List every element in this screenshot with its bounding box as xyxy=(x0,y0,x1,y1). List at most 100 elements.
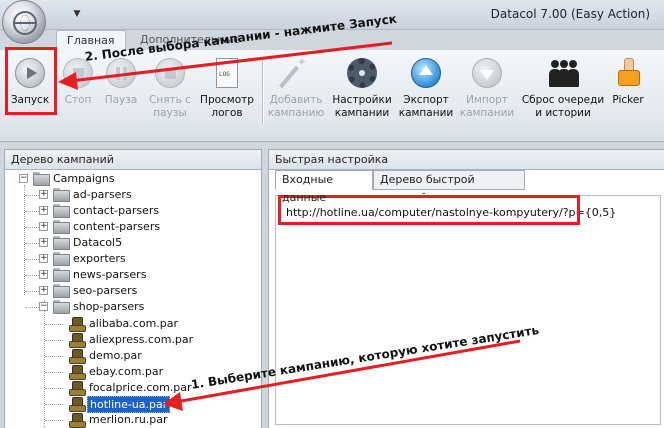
tree-item-campaign[interactable]: demo.par xyxy=(17,348,257,364)
campaign-tree-header: Дерево кампаний xyxy=(5,150,261,170)
stop-button[interactable]: Стоп xyxy=(58,54,98,126)
campaign-bot-icon xyxy=(69,365,86,380)
campaign-label: alibaba.com.par xyxy=(89,317,179,330)
expand-expander-icon[interactable]: + xyxy=(39,222,48,231)
tree-branch-line xyxy=(25,291,39,292)
quick-access-dropdown-icon[interactable]: ▼ xyxy=(70,7,84,21)
tree-branch-line xyxy=(45,372,63,373)
campaign-bot-icon xyxy=(69,317,86,332)
magic-wand-icon xyxy=(281,56,311,88)
log-icon xyxy=(216,58,238,88)
tree-folder-contact-parsers[interactable]: + contact-parsers xyxy=(17,203,257,219)
tree-folder-news-parsers[interactable]: + news-parsers xyxy=(17,267,257,283)
tree-folder-seo-parsers[interactable]: + seo-parsers xyxy=(17,283,257,299)
tree-item-campaign[interactable]: alibaba.com.par xyxy=(17,316,257,332)
collapse-expander-icon[interactable]: − xyxy=(19,174,28,183)
folder-icon xyxy=(53,188,70,202)
tree-branch-line xyxy=(45,324,63,325)
import-campaign-label: Импорт кампании xyxy=(459,94,515,119)
campaign-label: demo.par xyxy=(89,349,142,362)
tree-folder-label: news-parsers xyxy=(73,268,147,281)
tree-branch-line xyxy=(25,307,39,308)
tree-folder-label: exporters xyxy=(73,252,126,265)
tree-folder-label: shop-parsers xyxy=(73,300,145,313)
folder-icon xyxy=(53,220,70,234)
expand-expander-icon[interactable]: + xyxy=(39,286,48,295)
tree-folder-shop-parsers[interactable]: − shop-parsers xyxy=(17,299,257,315)
resume-label: Снять с паузы xyxy=(149,94,191,119)
campaign-label: merlion.ru.par xyxy=(89,413,168,426)
campaign-bot-icon xyxy=(69,349,86,364)
tree-item-campaign[interactable]: merlion.ru.par xyxy=(17,412,257,428)
tree-folder-datacol5[interactable]: + Datacol5 xyxy=(17,235,257,251)
tree-branch-line xyxy=(45,340,63,341)
reset-queue-button[interactable]: Сброс очереди и истории xyxy=(518,54,608,126)
add-campaign-button[interactable]: Добавить кампанию xyxy=(266,54,326,126)
expand-expander-icon[interactable]: + xyxy=(39,190,48,199)
campaign-settings-button[interactable]: Настройки кампании xyxy=(330,54,394,126)
collapse-expander-icon[interactable]: − xyxy=(39,302,48,311)
export-campaign-button[interactable]: Экспорт кампании xyxy=(396,54,456,126)
export-up-icon xyxy=(411,58,441,88)
tree-folder-ad-parsers[interactable]: + ad-parsers xyxy=(17,187,257,203)
export-campaign-label: Экспорт кампании xyxy=(398,94,454,119)
expand-expander-icon[interactable]: + xyxy=(39,238,48,247)
ribbon-separator xyxy=(262,58,263,124)
expand-expander-icon[interactable]: + xyxy=(39,206,48,215)
application-menu-button[interactable] xyxy=(2,0,46,44)
tree-branch-line xyxy=(25,195,39,196)
selected-campaign-label: hotline-ua.par xyxy=(87,396,171,413)
stop-label: Стоп xyxy=(64,94,92,106)
tab-quick-setup-tree[interactable]: Дерево быстрой настройки xyxy=(373,170,525,204)
ribbon-toolbar: Запуск Стоп Пауза Снять с паузы Просмотр… xyxy=(0,50,664,142)
tree-folder-label: contact-parsers xyxy=(73,204,160,217)
campaign-label: focalprice.com.par xyxy=(89,381,192,394)
tree-branch-line xyxy=(25,275,39,276)
tree-branch-line xyxy=(45,420,63,421)
folder-icon xyxy=(33,172,50,186)
folder-icon xyxy=(53,268,70,282)
view-logs-button[interactable]: Просмотр логов xyxy=(198,54,256,126)
folder-icon xyxy=(53,300,70,314)
tree-item-campaign[interactable]: aliexpress.com.par xyxy=(17,332,257,348)
tree-item-campaign-selected[interactable]: hotline-ua.par xyxy=(17,396,257,413)
tree-folder-label: ad-parsers xyxy=(73,188,132,201)
picker-label: Picker xyxy=(612,94,644,106)
expand-expander-icon[interactable]: + xyxy=(39,270,48,279)
tree-folder-content-parsers[interactable]: + content-parsers xyxy=(17,219,257,235)
tree-folder-label: Datacol5 xyxy=(73,236,123,249)
tree-branch-line xyxy=(25,227,39,228)
folder-icon xyxy=(53,252,70,266)
tree-branch-line xyxy=(25,259,39,260)
campaign-label: ebay.com.par xyxy=(89,365,164,378)
window-title: Datacol 7.00 (Easy Action) xyxy=(490,7,650,21)
pause-button[interactable]: Пауза xyxy=(100,54,142,126)
campaign-settings-label: Настройки кампании xyxy=(332,94,392,119)
tree-folder-label: seo-parsers xyxy=(73,284,138,297)
tree-branch-line xyxy=(45,388,63,389)
quick-setup-header: Быстрая настройка xyxy=(269,150,664,170)
add-campaign-label: Добавить кампанию xyxy=(267,94,325,119)
quick-setup-panel: Быстрая настройка Входные данные Дерево … xyxy=(268,149,664,428)
campaign-bot-icon xyxy=(69,381,86,396)
campaign-bot-icon xyxy=(69,333,86,348)
tree-root[interactable]: − Campaigns xyxy=(17,171,257,187)
expand-expander-icon[interactable]: + xyxy=(39,254,48,263)
import-campaign-button[interactable]: Импорт кампании xyxy=(458,54,516,126)
resume-button[interactable]: Снять с паузы xyxy=(144,54,196,126)
tree-branch-line xyxy=(25,243,39,244)
campaign-bot-icon xyxy=(69,397,86,412)
tree-folder-exporters[interactable]: + exporters xyxy=(17,251,257,267)
tree-folder-label: content-parsers xyxy=(73,220,161,233)
input-data-textarea[interactable]: http://hotline.ua/computer/nastolnye-kom… xyxy=(275,195,661,425)
folder-icon xyxy=(53,204,70,218)
tree-branch-line xyxy=(25,211,39,212)
campaign-bot-icon xyxy=(69,413,86,428)
reset-queue-label: Сброс очереди и истории xyxy=(521,94,605,119)
tab-input-data[interactable]: Входные данные xyxy=(275,170,373,204)
globe-icon xyxy=(13,11,37,35)
view-logs-label: Просмотр логов xyxy=(200,94,254,119)
people-icon xyxy=(548,58,578,88)
picker-button[interactable]: Picker xyxy=(608,54,648,126)
resume-icon xyxy=(155,58,185,88)
